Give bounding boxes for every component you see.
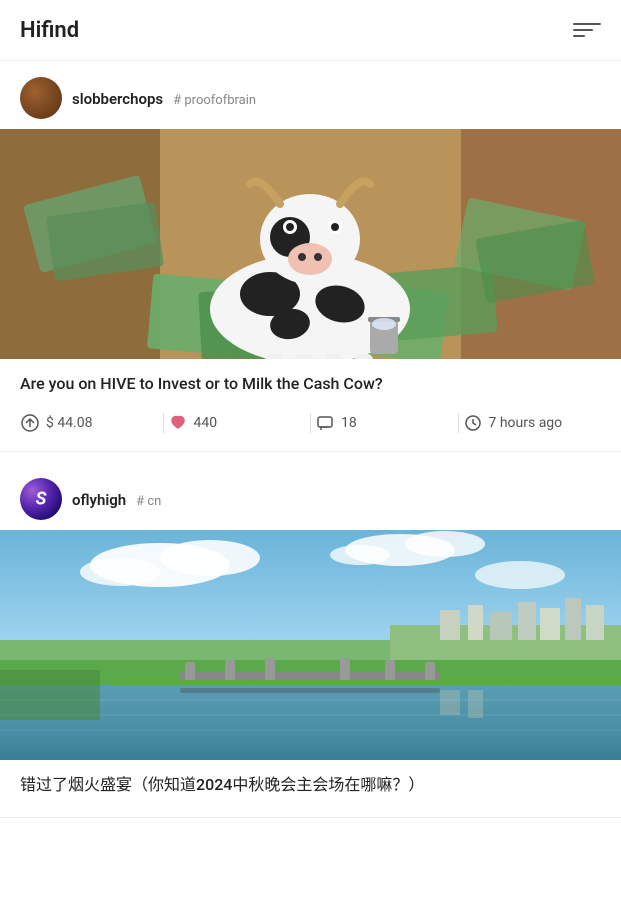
stat-comments: 18 — [315, 413, 454, 433]
stat-divider-3 — [458, 413, 459, 433]
author-info-2: oflyhigh # cn — [72, 490, 161, 509]
clock-icon — [463, 413, 483, 433]
filter-line-3 — [573, 35, 585, 37]
stat-likes: 440 — [168, 413, 307, 433]
post-image-2[interactable] — [0, 530, 621, 760]
app-title: Hifind — [20, 18, 79, 43]
post-title[interactable]: Are you on HIVE to Invest or to Milk the… — [0, 359, 621, 405]
landscape-svg — [0, 530, 621, 760]
avatar-2[interactable] — [20, 478, 62, 520]
post-time: 7 hours ago — [489, 415, 563, 431]
author-tag: # proofofbrain — [173, 93, 256, 108]
upvote-icon — [20, 413, 40, 433]
likes-count: 440 — [194, 415, 218, 431]
post-author-row-2: oflyhigh # cn — [0, 462, 621, 530]
post-image[interactable] — [0, 129, 621, 359]
comment-icon — [315, 413, 335, 433]
tag-value[interactable]: proofofbrain — [184, 93, 256, 108]
tag-prefix-2: # — [136, 494, 144, 509]
author-name[interactable]: slobberchops — [72, 90, 163, 108]
avatar[interactable] — [20, 77, 62, 119]
filter-line-2 — [573, 29, 593, 31]
post-author-row: slobberchops # proofofbrain — [0, 61, 621, 129]
tag-prefix: # — [173, 93, 181, 108]
app-header: Hifind — [0, 0, 621, 61]
author-tag-2: # cn — [136, 494, 161, 509]
author-info: slobberchops # proofofbrain — [72, 89, 256, 108]
post-image-scene — [0, 129, 621, 359]
post-value: $ 44.08 — [46, 415, 93, 431]
post-stats: $ 44.08 440 18 7 hours ago — [0, 405, 621, 441]
post-title-2[interactable]: 错过了烟火盛宴（你知道2024中秋晚会主会场在哪嘛？） — [0, 760, 621, 806]
filter-button[interactable] — [573, 16, 601, 44]
post-card-2: oflyhigh # cn — [0, 462, 621, 817]
heart-icon — [168, 413, 188, 433]
stat-divider — [163, 413, 164, 433]
stat-divider-2 — [310, 413, 311, 433]
tag-value-2[interactable]: cn — [147, 494, 161, 509]
stat-value: $ 44.08 — [20, 413, 159, 433]
filter-line-1 — [573, 23, 601, 25]
money-bg-svg — [0, 129, 621, 359]
comments-count: 18 — [341, 415, 357, 431]
stat-time: 7 hours ago — [463, 413, 602, 433]
author-name-2[interactable]: oflyhigh — [72, 491, 126, 509]
post-card: slobberchops # proofofbrain — [0, 61, 621, 452]
